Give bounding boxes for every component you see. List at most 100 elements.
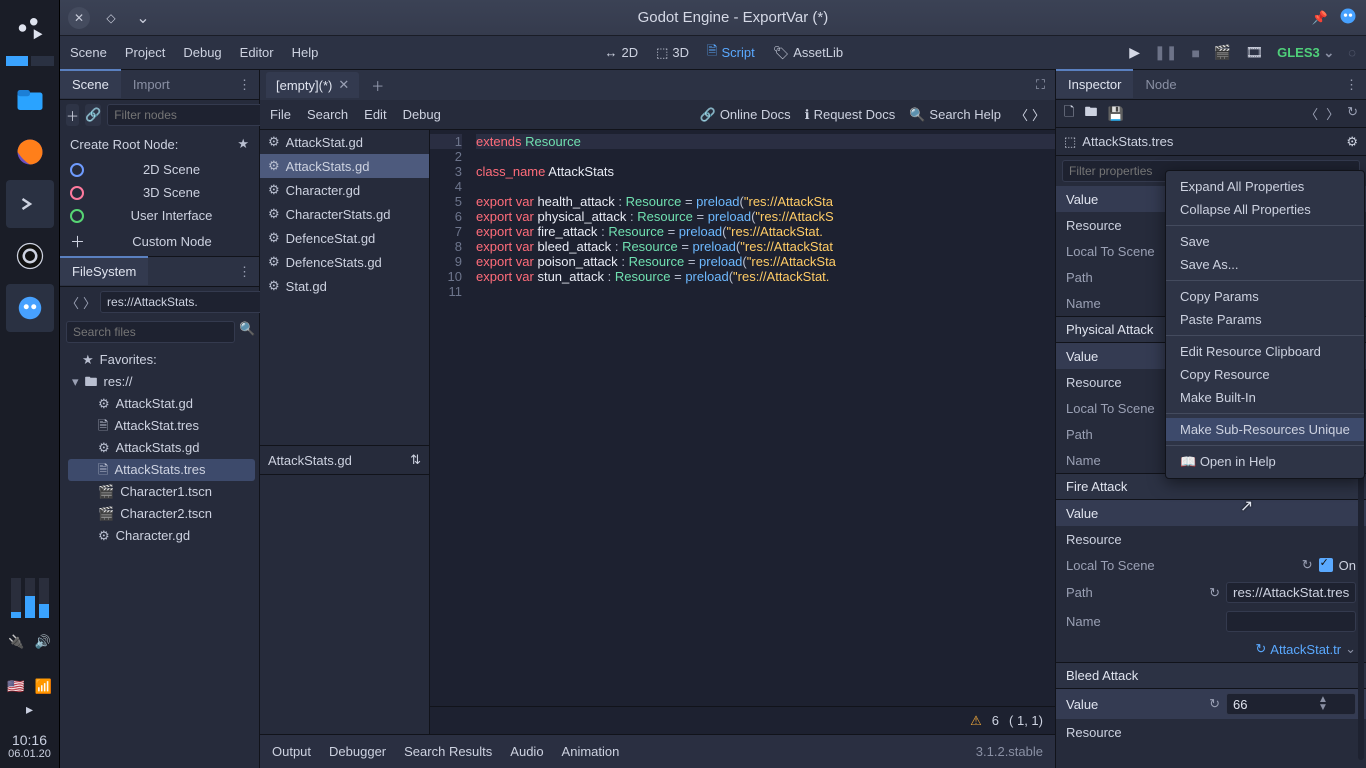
warning-icon[interactable]: ⚠ [970,713,982,729]
online-docs-link[interactable]: 🔗 Online Docs [700,107,791,123]
history-next-icon[interactable]: 〉 [1326,104,1339,123]
ctx-copy-resource[interactable]: Copy Resource [1166,363,1364,386]
dock-menu-icon[interactable]: ⋮ [1337,77,1366,93]
window-min-icon[interactable] [132,7,154,29]
ctx-save-as[interactable]: Save As... [1166,253,1364,276]
tab-filesystem[interactable]: FileSystem [60,256,148,285]
fs-search-input[interactable] [66,321,235,343]
fs-item[interactable]: AttackStats.gd [68,437,255,459]
prop-resource-chip[interactable]: ↻AttackStat.tr⌄ [1056,636,1366,662]
close-tab-icon[interactable]: ✕ [338,77,349,93]
workspace-2d[interactable]: ↔ 2D [604,45,638,60]
ctx-make-builtin[interactable]: Make Built-In [1166,386,1364,409]
root-custom-node[interactable]: ＋Custom Node [60,227,259,256]
godot-taskbar-icon[interactable] [6,284,54,332]
help-next-icon[interactable]: 〉 [1032,105,1045,124]
fs-item[interactable]: AttackStat.tres [68,415,255,437]
flag-icon[interactable]: 🇺🇸 [7,678,24,695]
history-prev-icon[interactable]: 〈 [1305,104,1318,123]
stop-button[interactable]: ■ [1191,45,1199,61]
pause-button[interactable]: ❚❚ [1154,44,1177,61]
fs-item[interactable]: AttackStat.gd [68,393,255,415]
revert-icon[interactable]: ↻ [1302,557,1313,573]
favorite-icon[interactable] [237,136,249,152]
sort-icon[interactable]: ⇅ [410,452,421,468]
fs-item[interactable]: Character2.tscn [68,503,255,525]
ctx-collapse-all[interactable]: Collapse All Properties [1166,198,1364,221]
workspace-assetlib[interactable]: 🏷 AssetLib [773,45,843,61]
root-2d-scene[interactable]: 2D Scene [60,158,259,181]
script-item[interactable]: DefenceStat.gd [260,226,429,250]
ctx-copy-params[interactable]: Copy Params [1166,285,1364,308]
warning-count[interactable]: 6 [992,713,999,728]
bp-debugger[interactable]: Debugger [329,744,386,759]
fs-item[interactable]: Character.gd [68,525,255,547]
script-item[interactable]: AttackStat.gd [260,130,429,154]
search-help-link[interactable]: 🔍 Search Help [909,107,1001,123]
fs-item[interactable]: Character1.tscn [68,481,255,503]
script-item[interactable]: Stat.gd [260,274,429,298]
fs-search-icon[interactable]: 🔍 [239,321,255,343]
script-item[interactable]: Character.gd [260,178,429,202]
dock-menu-icon[interactable]: ⋮ [230,264,259,280]
bp-output[interactable]: Output [272,744,311,759]
checkbox[interactable] [1319,558,1333,572]
scene-tab-empty[interactable]: [empty](*)✕ [266,72,359,98]
files-app-icon[interactable] [6,76,54,124]
script-menu-search[interactable]: Search [307,107,348,122]
menu-debug[interactable]: Debug [183,45,221,60]
pin-icon[interactable]: 📌 [1312,10,1328,26]
play-scene-button[interactable]: 🎬 [1214,44,1231,61]
script-item[interactable]: CharacterStats.gd [260,202,429,226]
script-menu-file[interactable]: File [270,107,291,122]
ctx-make-subresources-unique[interactable]: Make Sub-Resources Unique [1166,418,1364,441]
menu-project[interactable]: Project [125,45,165,60]
script-item[interactable]: AttackStats.gd [260,154,429,178]
workspace-pager[interactable] [6,56,54,66]
bp-animation[interactable]: Animation [562,744,620,759]
bp-audio[interactable]: Audio [510,744,543,759]
workspace-3d[interactable]: ⬚ 3D [656,45,689,61]
name-input[interactable] [1226,611,1356,632]
fs-back-icon[interactable]: 〈 [66,293,79,312]
fs-fwd-icon[interactable]: 〉 [83,293,96,312]
app-menu-icon[interactable] [6,4,54,52]
code-editor[interactable]: 1234567891011 extends Resource class_nam… [430,130,1055,734]
request-docs-link[interactable]: ℹ Request Docs [805,107,896,123]
distraction-free-icon[interactable]: ⛶ [1026,77,1055,93]
open-resource-icon[interactable]: 🖿 [1084,103,1097,125]
inspected-resource[interactable]: ⬚ AttackStats.tres ⚙ [1056,128,1366,156]
fs-path-input[interactable] [100,291,269,313]
ctx-open-in-help[interactable]: 📖 Open in Help [1166,450,1364,474]
prop-subresource[interactable]: Resource [1056,719,1366,745]
script-menu-debug[interactable]: Debug [403,107,441,122]
prop-value-header[interactable]: Value [1056,500,1366,526]
path-input[interactable] [1226,582,1356,603]
root-user-interface[interactable]: User Interface [60,204,259,227]
tray-row-1[interactable]: 🇺🇸 📶 ▸ [0,678,59,718]
ctx-save[interactable]: Save [1166,230,1364,253]
tray-row-2[interactable]: 🔌🔊 [0,634,59,650]
firefox-icon[interactable] [6,128,54,176]
new-resource-icon[interactable]: 🗋 [1064,103,1074,125]
history-menu-icon[interactable]: ↻ [1347,104,1358,123]
menu-help[interactable]: Help [292,45,319,60]
window-max-icon[interactable] [100,7,122,29]
tab-inspector[interactable]: Inspector [1056,69,1133,98]
tab-scene[interactable]: Scene [60,69,121,98]
script-menu-edit[interactable]: Edit [364,107,386,122]
expand-tray-icon[interactable]: ▸ [26,701,33,718]
resource-options-icon[interactable]: ⚙ [1346,134,1358,150]
tab-import[interactable]: Import [121,71,182,98]
help-prev-icon[interactable]: 〈 [1015,105,1028,124]
taskbar-clock[interactable]: 10:16 06.01.20 [0,732,59,760]
script-item[interactable]: DefenceStats.gd [260,250,429,274]
menu-editor[interactable]: Editor [240,45,274,60]
fs-favorites[interactable]: Favorites: [68,349,255,371]
ctx-paste-params[interactable]: Paste Params [1166,308,1364,331]
dock-menu-icon[interactable]: ⋮ [230,77,259,93]
value-stepper[interactable]: 66 ▲▼ [1226,693,1356,715]
obs-icon[interactable] [6,232,54,280]
workspace-script[interactable]: 🗎 Script [707,42,755,64]
menu-scene[interactable]: Scene [70,45,107,60]
